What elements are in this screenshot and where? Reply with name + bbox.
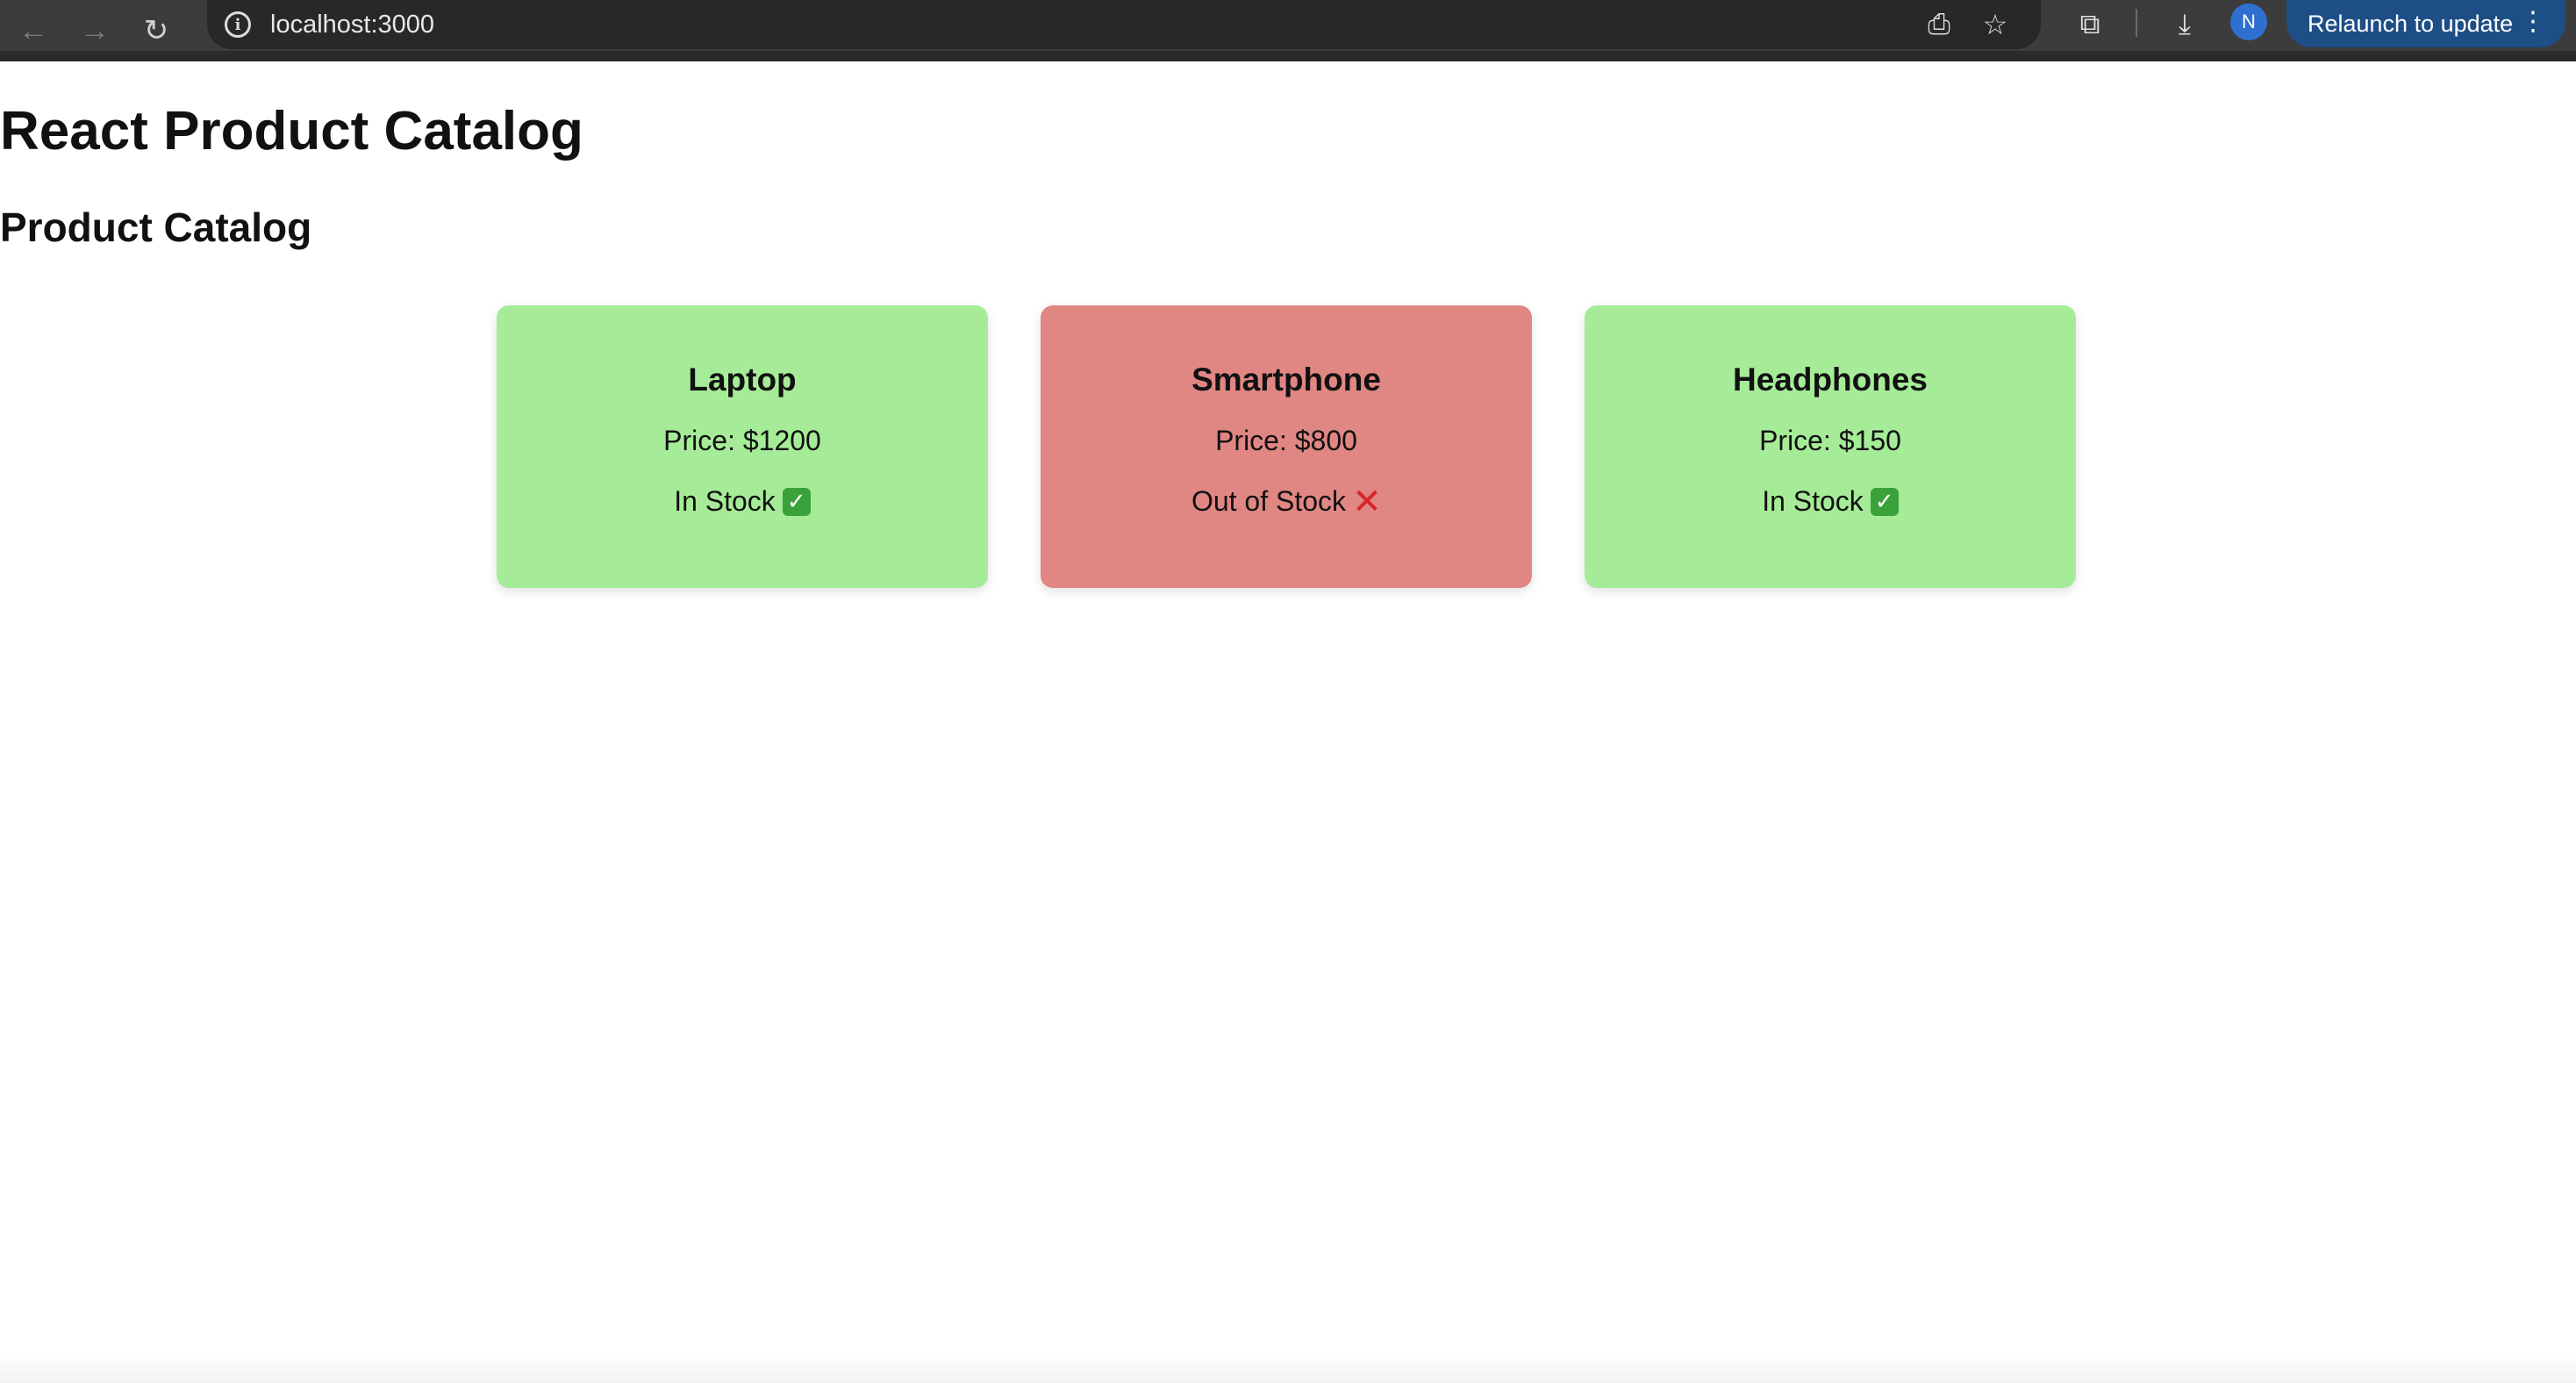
product-price: Price: $1200 <box>663 425 821 456</box>
product-name: Smartphone <box>1191 362 1381 398</box>
menu-dots-icon[interactable]: ⋮ <box>2520 9 2546 35</box>
profile-avatar[interactable]: N <box>2230 4 2267 40</box>
stock-label: In Stock <box>674 485 776 517</box>
catalog-heading: Product Catalog <box>0 204 312 250</box>
stock-label: In Stock <box>1762 485 1864 517</box>
page-bottom-shadow <box>0 1351 2576 1383</box>
forward-button[interactable]: → <box>70 6 119 55</box>
bookmark-star-icon[interactable]: ☆ <box>1976 5 2014 44</box>
check-mark-icon: ✓ <box>1870 487 1899 516</box>
reload-icon: ↻ <box>143 14 169 47</box>
toolbar-bottom-border <box>0 51 2576 61</box>
product-card: Headphones Price: $150 In Stock ✓ <box>1585 305 2076 588</box>
download-icon[interactable]: ⤓ <box>2164 4 2206 46</box>
product-card: Laptop Price: $1200 In Stock ✓ <box>497 305 988 588</box>
back-arrow-icon: ← <box>18 13 48 47</box>
reload-button[interactable]: ↻ <box>132 6 181 55</box>
stock-status: In Stock ✓ <box>1762 485 1899 518</box>
product-list: Laptop Price: $1200 In Stock ✓ Smartphon… <box>497 305 2076 588</box>
page-content: React Product Catalog Product Catalog La… <box>0 61 2576 1383</box>
check-mark-icon: ✓ <box>782 487 811 516</box>
toolbar-divider <box>2136 9 2137 37</box>
relaunch-label: Relaunch to update <box>2308 10 2514 37</box>
product-name: Headphones <box>1732 362 1928 398</box>
back-button[interactable]: ← <box>9 6 58 55</box>
product-price: Price: $800 <box>1215 425 1357 456</box>
address-bar[interactable]: i localhost:3000 ⎙ ☆ <box>207 0 2041 49</box>
extensions-icon[interactable]: ⧉ <box>2069 4 2111 46</box>
stock-label: Out of Stock <box>1191 485 1347 517</box>
product-name: Laptop <box>688 362 797 398</box>
cross-mark-icon: ✕ <box>1352 482 1382 521</box>
stock-status: In Stock ✓ <box>674 485 811 518</box>
product-price: Price: $150 <box>1759 425 1901 456</box>
browser-toolbar: ← → ↻ i localhost:3000 ⎙ ☆ ⧉ ⤓ N Relaunc… <box>0 0 2576 61</box>
page-title: React Product Catalog <box>0 101 583 161</box>
site-info-icon[interactable]: i <box>225 11 251 38</box>
url-text[interactable]: localhost:3000 <box>270 11 434 39</box>
stock-status: Out of Stock ✕ <box>1191 482 1382 521</box>
install-app-icon[interactable]: ⎙ <box>1920 5 1958 44</box>
relaunch-button[interactable]: Relaunch to update ⋮ <box>2286 0 2565 47</box>
forward-arrow-icon: → <box>80 13 110 47</box>
product-card: Smartphone Price: $800 Out of Stock ✕ <box>1041 305 1532 588</box>
